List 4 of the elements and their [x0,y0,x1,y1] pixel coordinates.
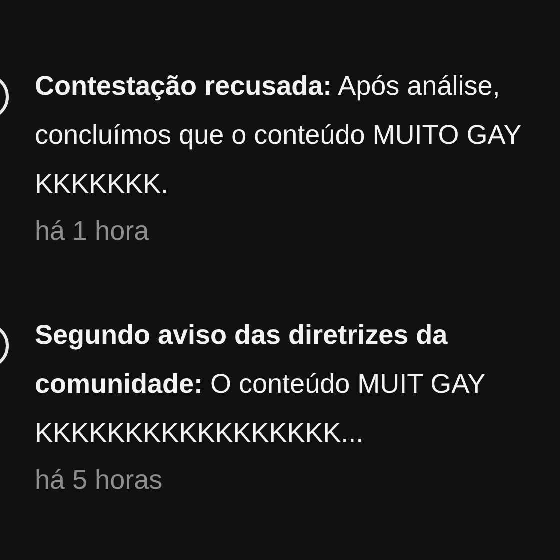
notification-message: Segundo aviso das diretrizes da comunidade: O conteúdo MUIT GAY KKKKKKKKKKKKKKKKK... [35,319,486,450]
notification-time: há 5 horas [35,464,163,497]
notification-time: há 1 hora [35,215,150,248]
notification-message: Contestação recusada: Após análise, concluímos que o conteúdo MUITO GAY KKKKKKK. [35,70,522,201]
